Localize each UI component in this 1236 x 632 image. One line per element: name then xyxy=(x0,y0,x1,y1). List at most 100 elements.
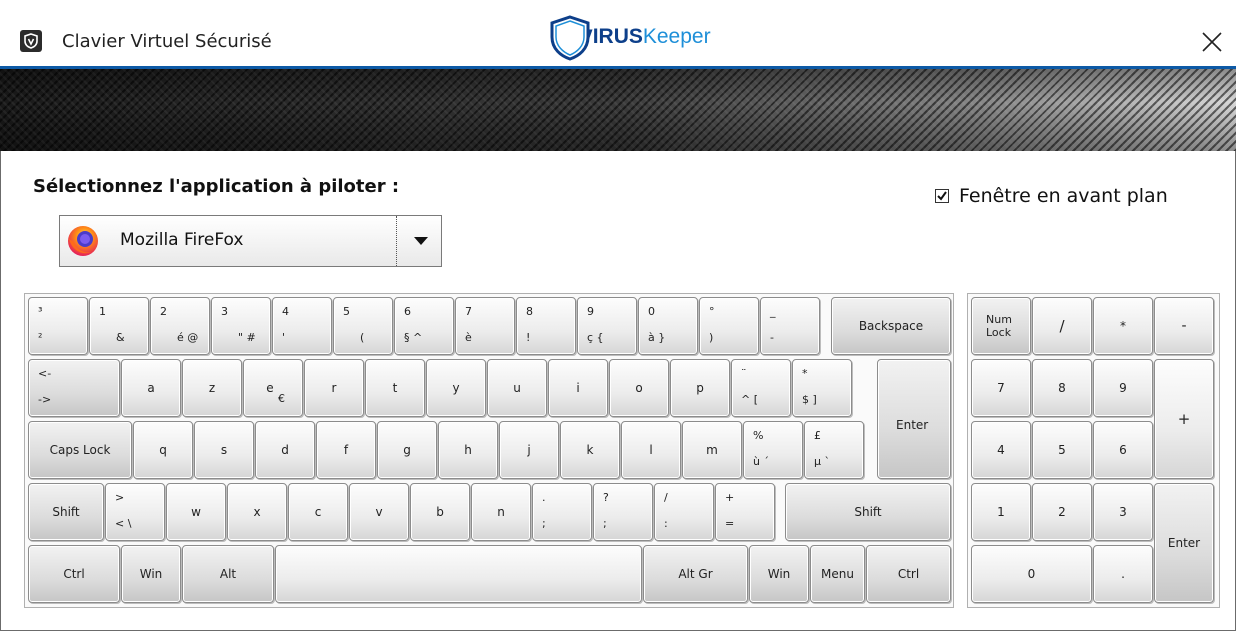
key-3[interactable]: 3 " # xyxy=(211,297,271,355)
key-pound[interactable]: £ µ ` xyxy=(804,421,864,479)
num-enter-key[interactable]: Enter xyxy=(1154,483,1214,603)
key-v[interactable]: v xyxy=(349,483,409,541)
close-icon xyxy=(1202,32,1222,52)
key-percent[interactable]: % ù ´ xyxy=(743,421,803,479)
num-plus-key[interactable]: + xyxy=(1154,359,1214,479)
key-dollar[interactable]: * $ ] xyxy=(792,359,852,417)
left-win-key[interactable]: Win xyxy=(121,545,181,603)
key-degree[interactable]: °) xyxy=(699,297,759,355)
key-top: 1 xyxy=(99,305,106,318)
key-label: h xyxy=(464,443,472,457)
key-bottom: $ ] xyxy=(802,393,817,406)
num-0-key[interactable]: 0 xyxy=(971,545,1092,603)
key-j[interactable]: j xyxy=(499,421,559,479)
menu-key[interactable]: Menu xyxy=(810,545,865,603)
app-select-dropdown[interactable]: Mozilla FireFox xyxy=(59,215,442,267)
key-q[interactable]: q xyxy=(133,421,193,479)
key-u[interactable]: u xyxy=(487,359,547,417)
num-multiply-key[interactable]: * xyxy=(1093,297,1153,355)
key-5[interactable]: 5( xyxy=(333,297,393,355)
key-caret[interactable]: ¨ ^ [ xyxy=(731,359,791,417)
key-label: a xyxy=(147,381,155,395)
key-m[interactable]: m xyxy=(682,421,742,479)
right-win-key[interactable]: Win xyxy=(749,545,809,603)
key-top: 2 xyxy=(160,305,167,318)
key-label: Win xyxy=(139,567,163,581)
logo-irus: IRUS xyxy=(592,25,643,48)
alt-key[interactable]: Alt xyxy=(182,545,274,603)
key-0[interactable]: 0 à } xyxy=(638,297,698,355)
key-1[interactable]: 1 & xyxy=(89,297,149,355)
key-o[interactable]: o xyxy=(609,359,669,417)
key-g[interactable]: g xyxy=(377,421,437,479)
key-x[interactable]: x xyxy=(227,483,287,541)
key-c[interactable]: c xyxy=(288,483,348,541)
enter-key[interactable]: Enter xyxy=(877,359,951,479)
num-lock-key[interactable]: Num Lock xyxy=(971,297,1031,355)
key-label: 4 xyxy=(997,443,1005,457)
left-shift-key[interactable]: Shift xyxy=(28,483,104,541)
key-t[interactable]: t xyxy=(365,359,425,417)
foreground-option[interactable]: Fenêtre en avant plan xyxy=(935,185,1168,207)
key-b[interactable]: b xyxy=(410,483,470,541)
key-n[interactable]: n xyxy=(471,483,531,541)
app-shield-icon xyxy=(20,30,42,52)
caps-lock-key[interactable]: Caps Lock xyxy=(28,421,132,479)
key-8[interactable]: 8! xyxy=(516,297,576,355)
num-decimal-key[interactable]: . xyxy=(1093,545,1153,603)
key-y[interactable]: y xyxy=(426,359,486,417)
key-7[interactable]: 7è xyxy=(455,297,515,355)
space-key[interactable] xyxy=(275,545,642,603)
key-h[interactable]: h xyxy=(438,421,498,479)
foreground-checkbox[interactable] xyxy=(935,189,949,203)
key-k[interactable]: k xyxy=(560,421,620,479)
key-6[interactable]: 6 § ^ xyxy=(394,297,454,355)
num-7-key[interactable]: 7 xyxy=(971,359,1031,417)
key-r[interactable]: r xyxy=(304,359,364,417)
key-e[interactable]: e € xyxy=(243,359,303,417)
key-i[interactable]: i xyxy=(548,359,608,417)
key-l[interactable]: l xyxy=(621,421,681,479)
key-f[interactable]: f xyxy=(316,421,376,479)
key-label: d xyxy=(281,443,289,457)
key-p[interactable]: p xyxy=(670,359,730,417)
backspace-key[interactable]: Backspace xyxy=(831,297,951,355)
key-less-than[interactable]: > < \ xyxy=(105,483,165,541)
alt-gr-key[interactable]: Alt Gr xyxy=(643,545,748,603)
num-9-key[interactable]: 9 xyxy=(1093,359,1153,417)
key-comma[interactable]: .; xyxy=(532,483,592,541)
right-ctrl-key[interactable]: Ctrl xyxy=(866,545,951,603)
num-6-key[interactable]: 6 xyxy=(1093,421,1153,479)
key-2[interactable]: 2 é @ xyxy=(150,297,210,355)
key-label: 1 xyxy=(997,505,1005,519)
key-s[interactable]: s xyxy=(194,421,254,479)
num-minus-key[interactable]: - xyxy=(1154,297,1214,355)
key-9[interactable]: 9 ç { xyxy=(577,297,637,355)
key-a[interactable]: a xyxy=(121,359,181,417)
left-ctrl-key[interactable]: Ctrl xyxy=(28,545,120,603)
key-top: 5 xyxy=(343,305,350,318)
key-label: / xyxy=(1059,317,1065,335)
key-top: * xyxy=(802,367,808,380)
tab-key[interactable]: <- -> xyxy=(28,359,120,417)
dropdown-arrow-icon[interactable] xyxy=(414,237,428,245)
num-3-key[interactable]: 3 xyxy=(1093,483,1153,541)
close-button[interactable] xyxy=(1196,26,1228,58)
key-w[interactable]: w xyxy=(166,483,226,541)
key-superscript[interactable]: ³² xyxy=(28,297,88,355)
key-equals[interactable]: + = xyxy=(715,483,775,541)
key-label: i xyxy=(576,381,580,395)
num-8-key[interactable]: 8 xyxy=(1032,359,1092,417)
num-2-key[interactable]: 2 xyxy=(1032,483,1092,541)
right-shift-key[interactable]: Shift xyxy=(785,483,951,541)
num-5-key[interactable]: 5 xyxy=(1032,421,1092,479)
key-4[interactable]: 4 ' xyxy=(272,297,332,355)
num-4-key[interactable]: 4 xyxy=(971,421,1031,479)
key-z[interactable]: z xyxy=(182,359,242,417)
key-underscore[interactable]: _ - xyxy=(760,297,820,355)
key-semicolon[interactable]: ?; xyxy=(593,483,653,541)
key-colon[interactable]: /: xyxy=(654,483,714,541)
num-1-key[interactable]: 1 xyxy=(971,483,1031,541)
num-divide-key[interactable]: / xyxy=(1032,297,1092,355)
key-d[interactable]: d xyxy=(255,421,315,479)
